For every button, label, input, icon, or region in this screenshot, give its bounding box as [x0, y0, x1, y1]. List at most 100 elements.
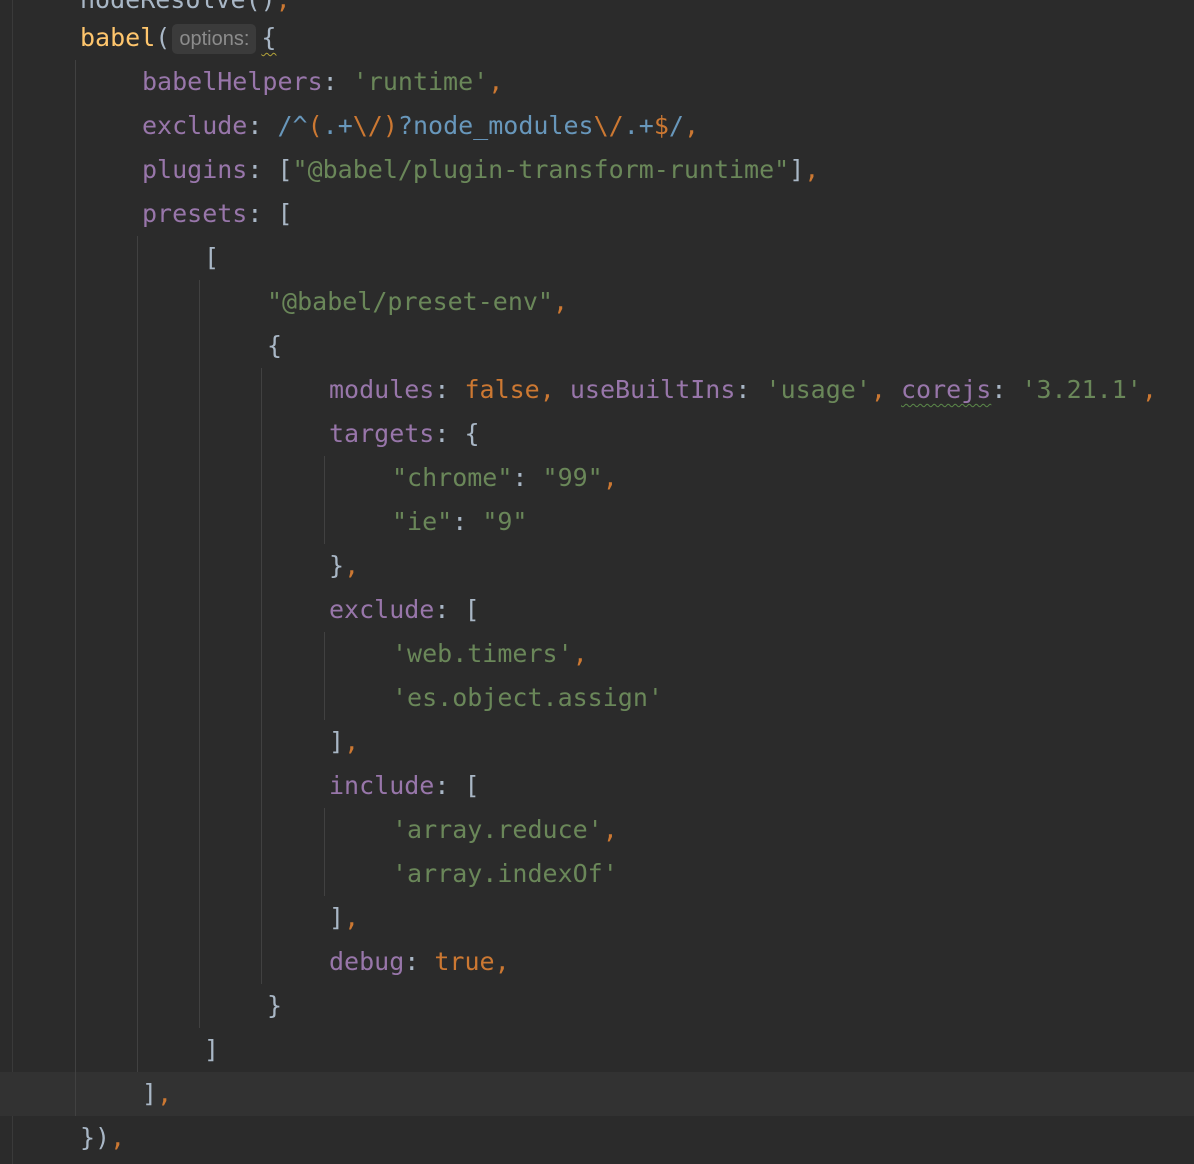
code-token: "9" — [482, 507, 528, 536]
code-line[interactable]: } — [267, 984, 282, 1028]
code-token: true — [434, 947, 495, 976]
indent-guide — [75, 60, 76, 1116]
indent-guide — [261, 368, 262, 984]
code-token: exclude — [329, 595, 435, 624]
code-token: , — [870, 375, 901, 404]
code-line[interactable]: targets: { — [329, 412, 480, 456]
code-token: \/ — [352, 111, 383, 140]
code-token: : [ — [247, 155, 293, 184]
code-line[interactable]: "@babel/preset-env", — [267, 280, 568, 324]
code-line[interactable]: exclude: [ — [329, 588, 480, 632]
code-token: , — [494, 947, 510, 976]
code-line[interactable]: { — [267, 324, 282, 368]
code-token: "@babel/plugin-transform-runtime" — [292, 155, 790, 184]
code-token: : [ — [247, 199, 293, 228]
code-line[interactable]: ], — [329, 896, 359, 940]
code-token: nodeResolve() — [80, 0, 276, 14]
code-token: , — [488, 67, 504, 96]
gutter-divider — [12, 0, 13, 1164]
code-token: , — [157, 1079, 173, 1108]
code-line[interactable]: 'web.timers', — [392, 632, 588, 676]
code-token: , — [683, 111, 699, 140]
code-token: "@babel/preset-env" — [267, 287, 553, 316]
code-token: } — [329, 551, 345, 580]
code-token: '3.21.1' — [1021, 375, 1142, 404]
code-token: plugins — [142, 155, 248, 184]
code-token: .+ — [322, 111, 353, 140]
code-token: }) — [80, 1123, 111, 1152]
code-line[interactable]: 'es.object.assign' — [392, 676, 663, 720]
code-line[interactable]: "chrome": "99", — [392, 456, 618, 500]
code-token: : — [735, 375, 766, 404]
code-token: , — [344, 727, 360, 756]
code-token: : — [322, 67, 353, 96]
code-token: , — [602, 815, 618, 844]
current-line-highlight — [0, 1072, 1194, 1116]
code-token: / — [668, 111, 684, 140]
code-line[interactable]: ] — [204, 1028, 219, 1072]
code-token: ] — [204, 1035, 220, 1064]
code-token: : — [991, 375, 1022, 404]
code-token: } — [267, 991, 283, 1020]
code-token: 'array.reduce' — [392, 815, 603, 844]
code-token: babelHelpers — [142, 67, 323, 96]
code-token: \/ — [593, 111, 624, 140]
code-token: modules — [329, 375, 435, 404]
indent-guide — [324, 808, 325, 896]
code-token: : — [512, 463, 543, 492]
code-line[interactable]: [ — [204, 236, 219, 280]
code-token: : [ — [434, 771, 480, 800]
code-token: , — [344, 551, 360, 580]
code-token: babel — [80, 23, 156, 52]
code-line[interactable]: 'array.indexOf' — [392, 852, 618, 896]
code-line[interactable]: modules: false, useBuiltIns: 'usage', co… — [329, 368, 1157, 412]
code-line[interactable]: plugins: ["@babel/plugin-transform-runti… — [142, 148, 819, 192]
indent-guide — [137, 236, 138, 1072]
code-line[interactable]: exclude: /^(.+\/)?node_modules\/.+$/, — [142, 104, 699, 148]
indent-guide — [324, 456, 325, 544]
code-line[interactable]: }), — [80, 1116, 125, 1160]
code-token: , — [276, 0, 291, 14]
code-token: ) — [382, 111, 398, 140]
code-token: , — [552, 287, 569, 316]
code-token: 'web.timers' — [392, 639, 573, 668]
code-token: include — [329, 771, 435, 800]
code-token: 'array.indexOf' — [392, 859, 618, 888]
code-line[interactable]: ], — [329, 720, 359, 764]
code-token: , — [602, 463, 618, 492]
code-line[interactable]: babelHelpers: 'runtime', — [142, 60, 503, 104]
parameter-hint: options: — [172, 24, 257, 54]
code-token: : — [404, 947, 435, 976]
code-line[interactable]: }, — [329, 544, 359, 588]
code-line[interactable]: "ie": "9" — [392, 500, 527, 544]
indent-guide — [324, 632, 325, 720]
code-token: , — [1141, 375, 1157, 404]
code-token: : — [247, 111, 278, 140]
code-token: : — [452, 507, 483, 536]
code-line[interactable]: ], — [142, 1072, 172, 1116]
code-token: : { — [434, 419, 480, 448]
code-editor[interactable]: nodeResolve(),babel(options:{babelHelper… — [0, 0, 1194, 1164]
code-token: , — [804, 155, 820, 184]
code-token: ] — [329, 903, 345, 932]
code-token: false — [464, 375, 540, 404]
code-token: [ — [204, 243, 220, 272]
code-token: /^ — [277, 111, 308, 140]
code-token: .+ — [623, 111, 654, 140]
code-token: 'usage' — [765, 375, 871, 404]
code-line[interactable]: babel(options:{ — [80, 16, 276, 60]
indent-guide — [199, 280, 200, 1028]
code-token: , — [110, 1123, 126, 1152]
code-token: presets — [142, 199, 248, 228]
code-token: debug — [329, 947, 405, 976]
code-token: : [ — [434, 595, 480, 624]
code-token: , — [344, 903, 360, 932]
code-token: $ — [653, 111, 669, 140]
code-line[interactable]: presets: [ — [142, 192, 293, 236]
code-line[interactable]: 'array.reduce', — [392, 808, 618, 852]
code-line[interactable]: debug: true, — [329, 940, 510, 984]
code-token: 'es.object.assign' — [392, 683, 663, 712]
code-token: exclude — [142, 111, 248, 140]
code-line[interactable]: include: [ — [329, 764, 480, 808]
code-token: targets — [329, 419, 435, 448]
